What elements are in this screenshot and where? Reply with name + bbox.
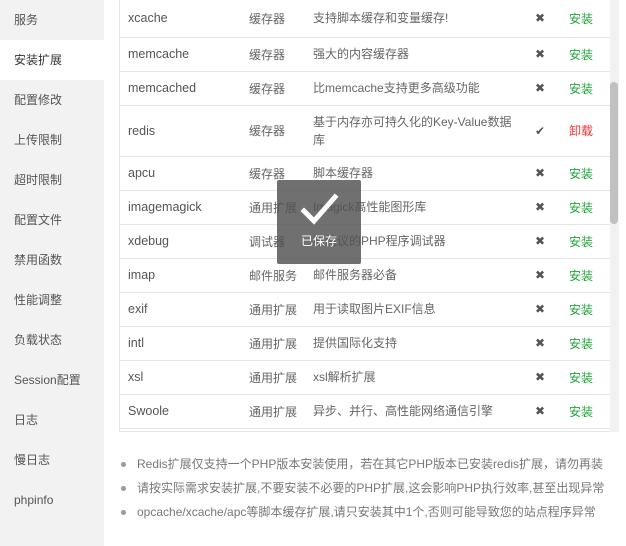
extension-description: 支持脚本缓存和变量缓存! (313, 0, 525, 38)
extension-name: exif (120, 292, 249, 327)
extension-description: xsl解析扩展 (313, 360, 525, 395)
extension-description: 提供国际化支持 (313, 326, 525, 361)
table-row: intl 通用扩展 提供国际化支持 ✖ 安装 (120, 326, 610, 361)
extension-name: redis (120, 105, 249, 157)
extension-type: 通用扩展 (249, 394, 313, 429)
extension-name: apcu (120, 156, 249, 191)
install-button[interactable]: 安装 (569, 48, 593, 62)
install-button[interactable]: 安装 (569, 12, 593, 26)
sidebar-item-upload-limit[interactable]: 上传限制 (0, 120, 104, 160)
extension-name: Swoole (120, 394, 249, 429)
table-row: xcache 缓存器 支持脚本缓存和变量缓存! ✖ 安装 (120, 0, 610, 38)
sidebar-item-service[interactable]: 服务 (0, 0, 104, 40)
extension-name: memcached (120, 71, 249, 106)
sidebar-item-session-config[interactable]: Session配置 (0, 360, 104, 400)
extension-type: 通用扩展 (249, 292, 313, 327)
help-tip: 请按实际需求安装扩展,不要安装不必要的PHP扩展,这会影响PHP执行效率,甚至出… (118, 476, 618, 500)
status-cross-icon: ✖ (525, 258, 555, 293)
table-row: imagemagick 通用扩展 Imagick高性能图形库 ✖ 安装 (120, 190, 610, 225)
extension-name: xsl (120, 360, 249, 395)
table-row: apcu 缓存器 脚本缓存器 ✖ 安装 (120, 156, 610, 191)
table-row: memcached 缓存器 比memcache支持更多高级功能 ✖ 安装 (120, 71, 610, 106)
table-row: xsl 通用扩展 xsl解析扩展 ✖ 安装 (120, 360, 610, 395)
extension-name: imap (120, 258, 249, 293)
extension-name: xcache (120, 0, 249, 38)
extension-type: 缓存器 (249, 0, 313, 38)
extension-type: 缓存器 (249, 71, 313, 106)
table-row: imap 邮件服务 邮件服务器必备 ✖ 安装 (120, 258, 610, 293)
install-button[interactable]: 安装 (569, 371, 593, 385)
sidebar-item-slow-log[interactable]: 慢日志 (0, 440, 104, 480)
uninstall-button[interactable]: 卸载 (569, 124, 593, 138)
extension-type: 通用扩展 (249, 326, 313, 361)
extension-name: imagemagick (120, 190, 249, 225)
extensions-table-container: xcache 缓存器 支持脚本缓存和变量缓存! ✖ 安装 memcache 缓存… (119, 0, 610, 432)
sidebar-item-timeout-limit[interactable]: 超时限制 (0, 160, 104, 200)
status-cross-icon: ✖ (525, 394, 555, 429)
sidebar-item-performance[interactable]: 性能调整 (0, 280, 104, 320)
install-button[interactable]: 安装 (569, 167, 593, 181)
install-button[interactable]: 安装 (569, 201, 593, 215)
extension-type: 缓存器 (249, 37, 313, 72)
extension-type: 缓存器 (249, 105, 313, 157)
extension-name: intl (120, 326, 249, 361)
settings-sidebar: 服务 安装扩展 配置修改 上传限制 超时限制 配置文件 禁用函数 性能调整 负载… (0, 0, 104, 546)
status-cross-icon: ✖ (525, 71, 555, 106)
install-button[interactable]: 安装 (569, 303, 593, 317)
toast-message: 已保存 (300, 234, 337, 248)
status-cross-icon: ✖ (525, 190, 555, 225)
extension-type: 通用扩展 (249, 360, 313, 395)
install-button[interactable]: 安装 (569, 405, 593, 419)
status-cross-icon: ✖ (525, 156, 555, 191)
install-button[interactable]: 安装 (569, 82, 593, 96)
extension-description: 强大的内容缓存器 (313, 37, 525, 72)
install-button[interactable]: 安装 (569, 337, 593, 351)
extension-description: 用于读取图片EXIF信息 (313, 292, 525, 327)
sidebar-item-install-extensions[interactable]: 安装扩展 (0, 40, 104, 80)
sidebar-item-phpinfo[interactable]: phpinfo (0, 480, 104, 520)
status-cross-icon: ✖ (525, 292, 555, 327)
help-tip: opcache/xcache/apc等脚本缓存扩展,请只安装其中1个,否则可能导… (118, 500, 618, 524)
sidebar-item-disabled-functions[interactable]: 禁用函数 (0, 240, 104, 280)
status-cross-icon: ✖ (525, 37, 555, 72)
table-scrollbar-thumb[interactable] (610, 82, 618, 224)
extensions-table: xcache 缓存器 支持脚本缓存和变量缓存! ✖ 安装 memcache 缓存… (120, 0, 610, 429)
extension-description: 异步、并行、高性能网络通信引擎 (313, 394, 525, 429)
help-tip: Redis扩展仅支持一个PHP版本安装使用，若在其它PHP版本已安装redis扩… (118, 452, 618, 476)
extension-name: memcache (120, 37, 249, 72)
extension-name: xdebug (120, 224, 249, 259)
saved-toast: 已保存 (277, 180, 361, 264)
status-check-icon: ✔ (525, 105, 555, 157)
help-tips-list: Redis扩展仅支持一个PHP版本安装使用，若在其它PHP版本已安装redis扩… (118, 452, 618, 524)
sidebar-item-log[interactable]: 日志 (0, 400, 104, 440)
extension-description: 比memcache支持更多高级功能 (313, 71, 525, 106)
status-cross-icon: ✖ (525, 0, 555, 38)
status-cross-icon: ✖ (525, 360, 555, 395)
sidebar-item-load-status[interactable]: 负载状态 (0, 320, 104, 360)
status-cross-icon: ✖ (525, 224, 555, 259)
table-row: xdebug 调试器 不建议的PHP程序调试器 ✖ 安装 (120, 224, 610, 259)
checkmark-icon (300, 193, 339, 225)
install-button[interactable]: 安装 (569, 269, 593, 283)
status-cross-icon: ✖ (525, 326, 555, 361)
table-row: redis 缓存器 基于内存亦可持久化的Key-Value数据库 ✔ 卸载 (120, 105, 610, 157)
sidebar-item-config-file[interactable]: 配置文件 (0, 200, 104, 240)
sidebar-item-config-edit[interactable]: 配置修改 (0, 80, 104, 120)
extension-description: 基于内存亦可持久化的Key-Value数据库 (313, 105, 525, 157)
table-row: exif 通用扩展 用于读取图片EXIF信息 ✖ 安装 (120, 292, 610, 327)
table-row: Swoole 通用扩展 异步、并行、高性能网络通信引擎 ✖ 安装 (120, 394, 610, 429)
table-row: memcache 缓存器 强大的内容缓存器 ✖ 安装 (120, 37, 610, 72)
install-button[interactable]: 安装 (569, 235, 593, 249)
